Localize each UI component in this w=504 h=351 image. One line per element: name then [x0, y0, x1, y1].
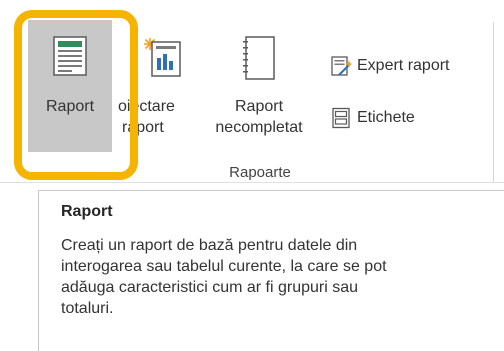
report-wizard-icon — [330, 55, 352, 77]
expert-raport-label: Expert raport — [357, 57, 450, 74]
raport-necompletat-button[interactable]: Raport necompletat — [206, 20, 312, 152]
etichete-button[interactable]: Etichete — [330, 104, 415, 132]
expert-raport-button[interactable]: Expert raport — [330, 52, 449, 80]
report-icon — [53, 36, 87, 81]
proiectare-raport-button[interactable]: oiectare raport — [112, 20, 200, 152]
necompletat-label-line1: Raport — [234, 98, 284, 115]
necompletat-label-line2: necompletat — [215, 119, 303, 136]
report-design-icon — [142, 36, 184, 83]
ribbon-bottom-border — [0, 182, 504, 183]
tooltip-body-line: interogarea sau tabelul curente, la care… — [61, 258, 387, 275]
labels-icon — [330, 107, 352, 129]
raport-button-label: Raport — [45, 98, 95, 115]
raport-button[interactable]: Raport — [28, 20, 112, 152]
tooltip-body: Creați un raport de bază pentru datele d… — [61, 235, 491, 319]
tooltip-body-line: totaluri. — [61, 300, 114, 317]
tooltip: Raport Creați un raport de bază pentru d… — [38, 190, 504, 351]
etichete-label: Etichete — [357, 109, 415, 126]
group-divider — [493, 22, 494, 182]
tooltip-title: Raport — [61, 203, 113, 220]
access-ribbon-screenshot: Raport oiectare raport Raport necompleta… — [0, 0, 504, 351]
ribbon-reports-group: Raport oiectare raport Raport necompleta… — [0, 0, 504, 183]
proiectare-label-line1: oiectare — [118, 98, 175, 115]
tooltip-body-line: adăuga caracteristici cum ar fi grupuri … — [61, 279, 359, 296]
tooltip-body-line: Creați un raport de bază pentru datele d… — [61, 237, 358, 254]
group-label-rapoarte: Rapoarte — [229, 164, 291, 181]
proiectare-label-line2: raport — [122, 119, 164, 136]
blank-report-icon — [242, 36, 276, 85]
